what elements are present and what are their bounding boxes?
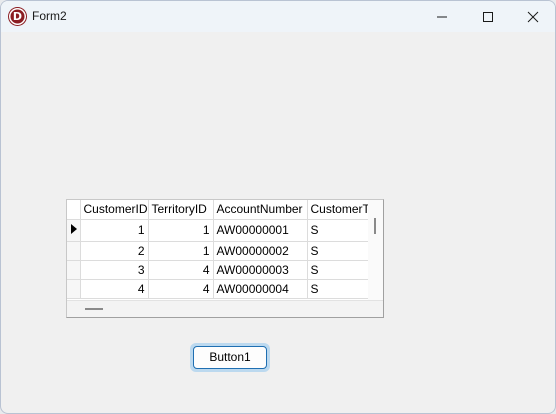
column-header-accountnumber[interactable]: AccountNumber	[213, 200, 308, 220]
vertical-scrollbar[interactable]	[368, 200, 383, 300]
cell-customerid[interactable]: 2	[80, 241, 149, 261]
cell-customerid[interactable]: 3	[80, 260, 149, 280]
cell-accountnumber[interactable]: AW00000001	[213, 219, 308, 242]
cell-territoryid[interactable]: 4	[148, 260, 214, 280]
minimize-icon	[437, 16, 447, 17]
window-title: Form2	[32, 9, 67, 23]
form-client-area: CustomerID TerritoryID AccountNumber Cus…	[1, 32, 555, 413]
cell-customerid[interactable]: 4	[80, 279, 149, 299]
table-row[interactable]: 1 1 AW00000001 S	[67, 219, 370, 242]
header-row: CustomerID TerritoryID AccountNumber Cus…	[67, 200, 370, 220]
maximize-button[interactable]	[465, 1, 511, 32]
cell-accountnumber[interactable]: AW00000003	[213, 260, 308, 280]
grid-table: CustomerID TerritoryID AccountNumber Cus…	[67, 200, 370, 299]
row-indicator[interactable]	[67, 260, 81, 280]
horizontal-scrollbar[interactable]	[67, 300, 383, 317]
row-indicator[interactable]	[67, 219, 81, 242]
table-row[interactable]: 4 4 AW00000004 S	[67, 279, 370, 299]
table-row[interactable]: 2 1 AW00000002 S	[67, 241, 370, 261]
current-row-pointer-icon	[71, 223, 77, 234]
cell-customertype[interactable]: S	[307, 241, 370, 261]
button1-focus-ring: Button1	[190, 343, 270, 372]
customer-data-grid[interactable]: CustomerID TerritoryID AccountNumber Cus…	[66, 199, 384, 318]
button1[interactable]: Button1	[193, 346, 267, 369]
cell-customerid[interactable]: 1	[80, 219, 149, 242]
minimize-button[interactable]	[419, 1, 465, 32]
delphi-app-icon[interactable]: D	[9, 8, 26, 25]
header-indicator-cell	[67, 200, 81, 220]
horizontal-scroll-thumb[interactable]	[85, 308, 103, 310]
cell-accountnumber[interactable]: AW00000004	[213, 279, 308, 299]
column-header-territoryid[interactable]: TerritoryID	[148, 200, 214, 220]
title-bar[interactable]: D Form2	[1, 1, 555, 32]
close-button[interactable]	[510, 1, 555, 32]
form2-window: D Form2 CustomerID TerritoryID AccountNu…	[0, 0, 556, 414]
cell-customertype[interactable]: S	[307, 219, 370, 242]
column-header-customertype[interactable]: CustomerT	[307, 200, 370, 220]
cell-territoryid[interactable]: 1	[148, 219, 214, 242]
table-row[interactable]: 3 4 AW00000003 S	[67, 260, 370, 280]
cell-customertype[interactable]: S	[307, 279, 370, 299]
close-icon	[527, 11, 539, 22]
cell-territoryid[interactable]: 1	[148, 241, 214, 261]
maximize-icon	[483, 11, 493, 22]
cell-accountnumber[interactable]: AW00000002	[213, 241, 308, 261]
vertical-scroll-thumb[interactable]	[374, 218, 376, 234]
cell-customertype[interactable]: S	[307, 260, 370, 280]
row-indicator[interactable]	[67, 241, 81, 261]
row-indicator[interactable]	[67, 279, 81, 299]
column-header-customerid[interactable]: CustomerID	[80, 200, 149, 220]
cell-territoryid[interactable]: 4	[148, 279, 214, 299]
